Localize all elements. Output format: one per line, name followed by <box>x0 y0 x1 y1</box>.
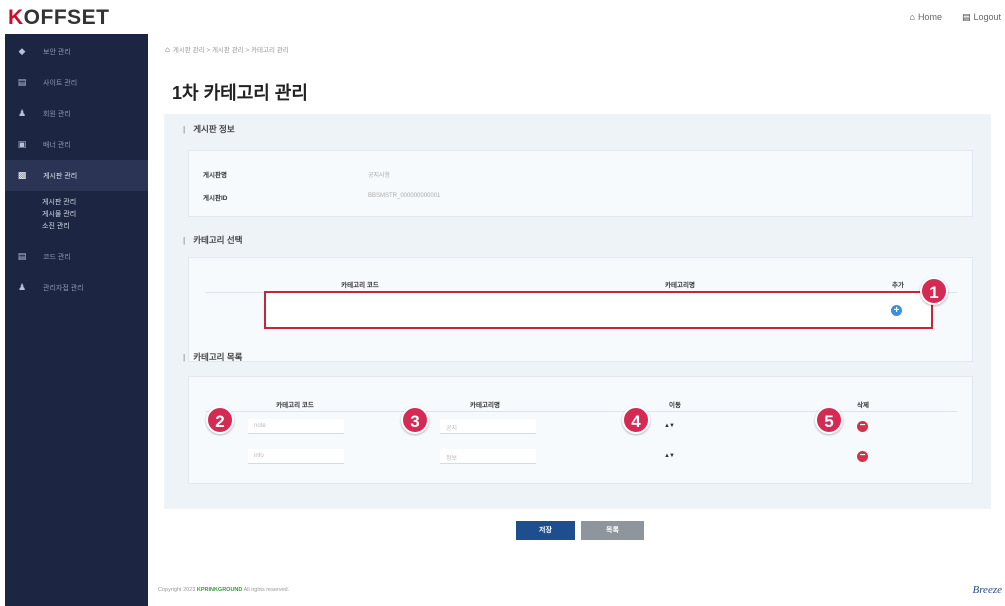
save-button[interactable]: 저장 <box>516 521 575 540</box>
submenu-board-manage[interactable]: 게시판 관리 <box>42 197 148 209</box>
top-links: ⌂ Home ▤ Logout <box>910 12 1002 23</box>
category-code-input[interactable]: note <box>248 419 344 434</box>
move-arrows[interactable]: ▲▼ <box>664 453 675 459</box>
board-icon: ▩ <box>17 170 27 180</box>
board-info-box <box>188 150 973 217</box>
board-name-label: 게시판명 <box>203 172 227 179</box>
sidebar-item-label: 보안 관리 <box>43 48 71 56</box>
list-button[interactable]: 목록 <box>581 521 644 540</box>
home-icon: ⌂ <box>909 12 915 22</box>
category-code-input[interactable]: info <box>248 449 344 464</box>
logo-first-letter: K <box>8 6 24 29</box>
footer-copyright: Copyright 2023 KPRINKGROUND All rights r… <box>158 587 289 593</box>
delete-category-button[interactable]: − <box>857 421 868 432</box>
submenu-other-manage[interactable]: 소진 관리 <box>42 221 148 233</box>
move-arrows[interactable]: ▲▼ <box>664 423 675 429</box>
marker-badge-3: 3 <box>401 406 429 434</box>
highlight-frame <box>264 291 933 329</box>
sidebar-item-label: 사이트 관리 <box>43 79 78 87</box>
sidebar-item-label: 게시판 관리 <box>43 172 78 180</box>
page-title: 1차 카테고리 관리 <box>172 83 308 103</box>
logout-label: Logout <box>973 12 1001 22</box>
home-icon[interactable]: ⌂ <box>165 45 170 54</box>
submenu-post-manage[interactable]: 게시물 관리 <box>42 209 148 221</box>
section-bar: | <box>183 124 186 134</box>
section-bar: | <box>183 352 186 362</box>
marker-badge-5: 5 <box>815 406 843 434</box>
col-header-name: 카테고리명 <box>470 402 500 409</box>
sidebar-item-label: 배너 관리 <box>43 141 71 149</box>
sidebar-item-code[interactable]: ▤ 코드 관리 <box>5 241 148 272</box>
sidebar-item-members[interactable]: ♟ 회원 관리 <box>5 98 148 129</box>
marker-badge-4: 4 <box>622 406 650 434</box>
sidebar-item-site[interactable]: ▤ 사이트 관리 <box>5 67 148 98</box>
sidebar-item-label: 회원 관리 <box>43 110 71 118</box>
section-title-category-select: | 카테고리 선택 <box>183 234 243 246</box>
delete-category-button[interactable]: − <box>857 451 868 462</box>
logout-link[interactable]: ▤ Logout <box>962 12 1001 23</box>
sidebar-item-banner[interactable]: ▣ 배너 관리 <box>5 129 148 160</box>
admin-icon: ♟ <box>17 282 27 292</box>
category-name-input[interactable]: 공지 <box>440 419 536 434</box>
marker-badge-1: 1 <box>920 277 948 305</box>
category-name-input[interactable]: 정보 <box>440 449 536 464</box>
corner-logo: Breeze <box>972 584 1002 596</box>
board-id-value: BBSMSTR_000000000001 <box>368 193 441 199</box>
marker-badge-2: 2 <box>206 406 234 434</box>
board-name-value: 공지사항 <box>368 173 391 179</box>
sidebar: ◆ 보안 관리 ▤ 사이트 관리 ♟ 회원 관리 ▣ 배너 관리 ▩ 게시판 관리 게시판… <box>5 34 148 606</box>
col-header-add: 추가 <box>892 282 904 289</box>
col-header-name: 카테고리명 <box>665 282 695 289</box>
footer-brand: KPRINKGROUND <box>196 587 243 593</box>
sidebar-item-board[interactable]: ▩ 게시판 관리 <box>5 160 148 191</box>
home-label: Home <box>917 12 942 22</box>
top-bar: KOFFSET ⌂ Home ▤ Logout <box>0 0 1005 34</box>
document-icon: ▤ <box>17 77 27 87</box>
sidebar-item-label: 관리자접 관리 <box>43 284 84 292</box>
col-header-code: 카테고리 코드 <box>341 282 379 289</box>
home-link[interactable]: ⌂ Home <box>910 12 942 23</box>
code-icon: ▤ <box>17 251 27 261</box>
logo[interactable]: KOFFSET <box>8 6 110 30</box>
board-id-label: 게시판ID <box>203 195 228 202</box>
breadcrumb: ⌂ 게시판 관리 > 게시판 관리 > 카테고리 관리 <box>165 44 289 54</box>
section-title-text: 카테고리 선택 <box>193 235 243 245</box>
col-header-move: 이동 <box>669 402 681 409</box>
footer-suffix: All rights reserved. <box>242 587 290 593</box>
breadcrumb-path: 게시판 관리 > 게시판 관리 > 카테고리 관리 <box>172 47 289 54</box>
section-title-text: 게시판 정보 <box>193 124 235 134</box>
banner-icon: ▣ <box>17 139 27 149</box>
shield-icon: ◆ <box>18 46 26 56</box>
logout-icon: ▤ <box>961 12 971 22</box>
section-title-text: 카테고리 목록 <box>193 352 243 362</box>
col-header-code: 카테고리 코드 <box>276 402 314 409</box>
section-title-board-info: | 게시판 정보 <box>183 123 235 135</box>
table-header-line <box>205 411 957 412</box>
sidebar-item-admin[interactable]: ♟ 관리자접 관리 <box>5 272 148 303</box>
logo-text: OFFSET <box>23 6 110 29</box>
section-title-category-list: | 카테고리 목록 <box>183 351 243 363</box>
footer-prefix: Copyright 2023 <box>158 587 197 593</box>
col-header-delete: 삭제 <box>857 402 869 409</box>
sidebar-submenu: 게시판 관리 게시물 관리 소진 관리 <box>5 191 148 241</box>
section-bar: | <box>183 235 186 245</box>
sidebar-item-label: 코드 관리 <box>43 253 71 261</box>
sidebar-item-security[interactable]: ◆ 보안 관리 <box>5 36 148 67</box>
add-category-button[interactable]: + <box>891 305 902 316</box>
user-icon: ♟ <box>17 108 27 118</box>
